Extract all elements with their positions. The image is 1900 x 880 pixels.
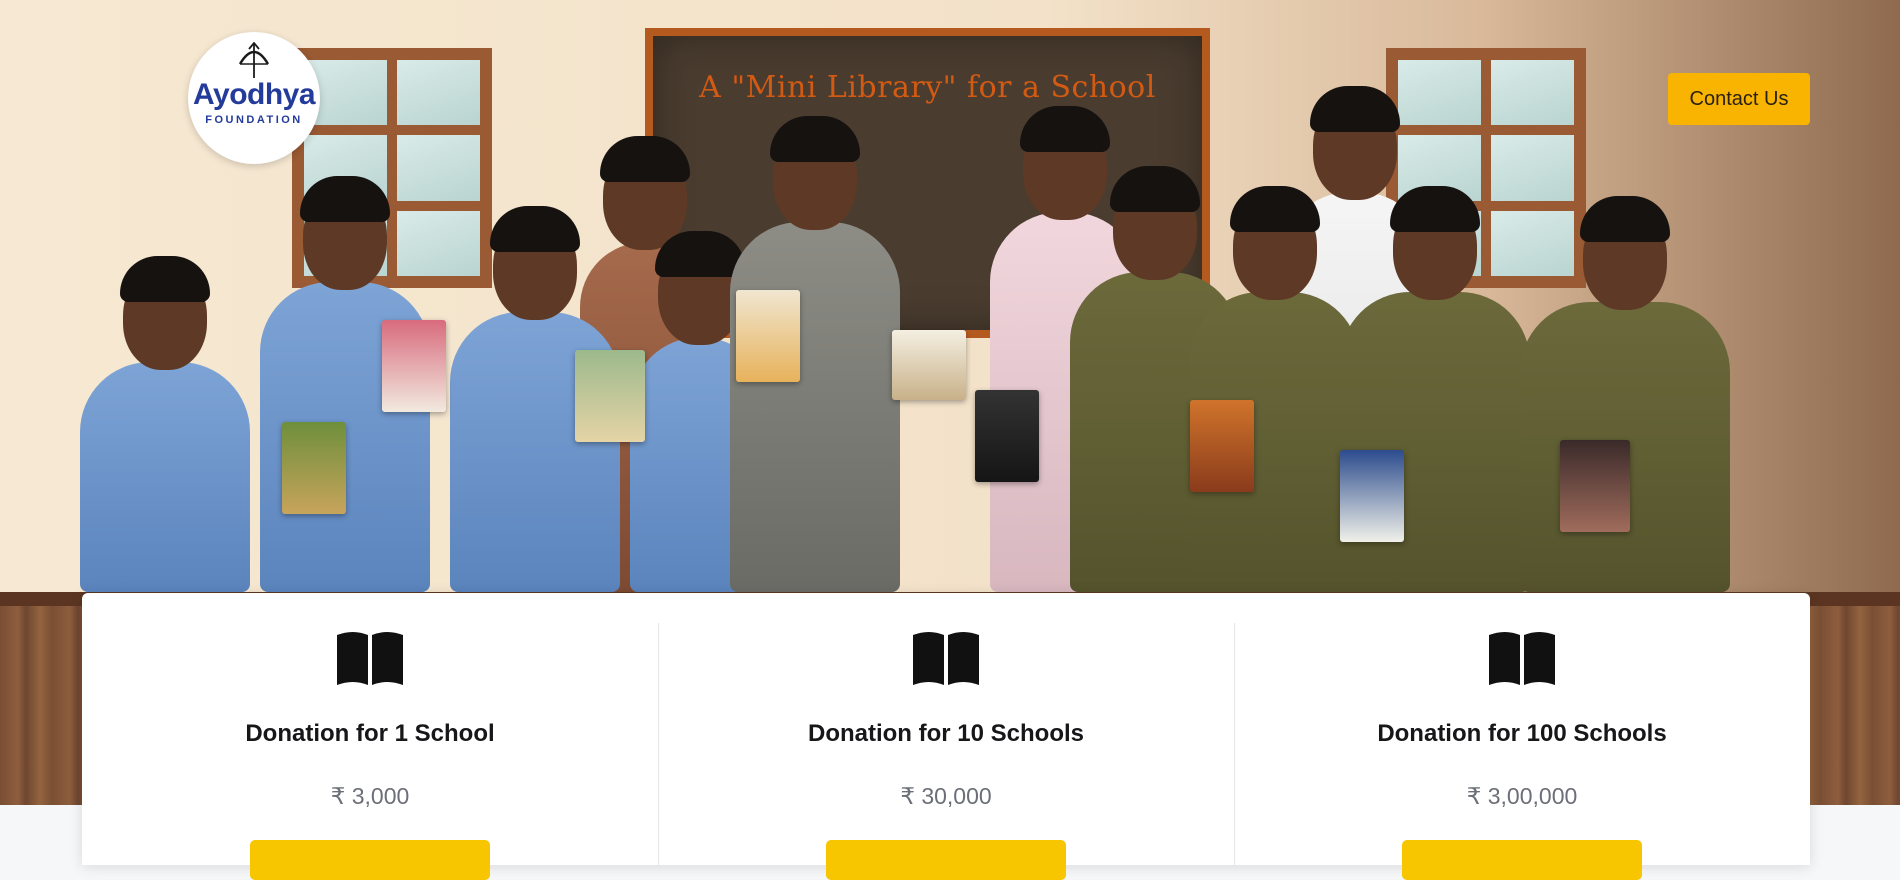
donate-button[interactable] bbox=[1402, 840, 1642, 880]
book bbox=[1560, 440, 1630, 532]
open-book-icon bbox=[1489, 632, 1555, 685]
book bbox=[282, 422, 346, 514]
donation-price: ₹ 3,00,000 bbox=[1466, 783, 1578, 809]
open-book-icon bbox=[913, 632, 979, 685]
book bbox=[1340, 450, 1404, 542]
bow-and-arrow-icon bbox=[238, 42, 270, 78]
student bbox=[1340, 186, 1530, 592]
student bbox=[80, 256, 250, 592]
ayodhya-foundation-logo[interactable]: Ayodhya FOUNDATION bbox=[188, 32, 320, 164]
book bbox=[975, 390, 1039, 482]
donation-options: Donation for 1 School ₹ 3,000 Donation f… bbox=[82, 593, 1810, 880]
donation-title: Donation for 1 School bbox=[245, 720, 495, 747]
donation-card-100-schools: Donation for 100 Schools ₹ 3,00,000 bbox=[1234, 593, 1810, 880]
hero-photo-students bbox=[70, 86, 1810, 592]
logo-name: Ayodhya bbox=[192, 78, 316, 111]
book bbox=[736, 290, 800, 382]
donation-price: ₹ 30,000 bbox=[900, 783, 992, 809]
board-title: A "Mini Library" for a School bbox=[699, 70, 1156, 105]
donation-title: Donation for 10 Schools bbox=[807, 720, 1085, 747]
donation-card-1-school: Donation for 1 School ₹ 3,000 bbox=[82, 593, 658, 880]
open-book-icon bbox=[337, 632, 403, 685]
logo-subtitle: FOUNDATION bbox=[205, 114, 303, 126]
donation-card-10-schools: Donation for 10 Schools ₹ 30,000 bbox=[658, 593, 1234, 880]
book bbox=[892, 330, 966, 400]
contact-us-button[interactable]: Contact Us bbox=[1668, 73, 1810, 125]
teacher bbox=[730, 116, 900, 592]
donation-price: ₹ 3,000 bbox=[330, 783, 410, 809]
donation-title: Donation for 100 Schools bbox=[1377, 720, 1667, 747]
donate-button[interactable] bbox=[250, 840, 490, 880]
donate-button[interactable] bbox=[826, 840, 1066, 880]
book bbox=[382, 320, 446, 412]
book bbox=[1190, 400, 1254, 492]
book bbox=[575, 350, 645, 442]
